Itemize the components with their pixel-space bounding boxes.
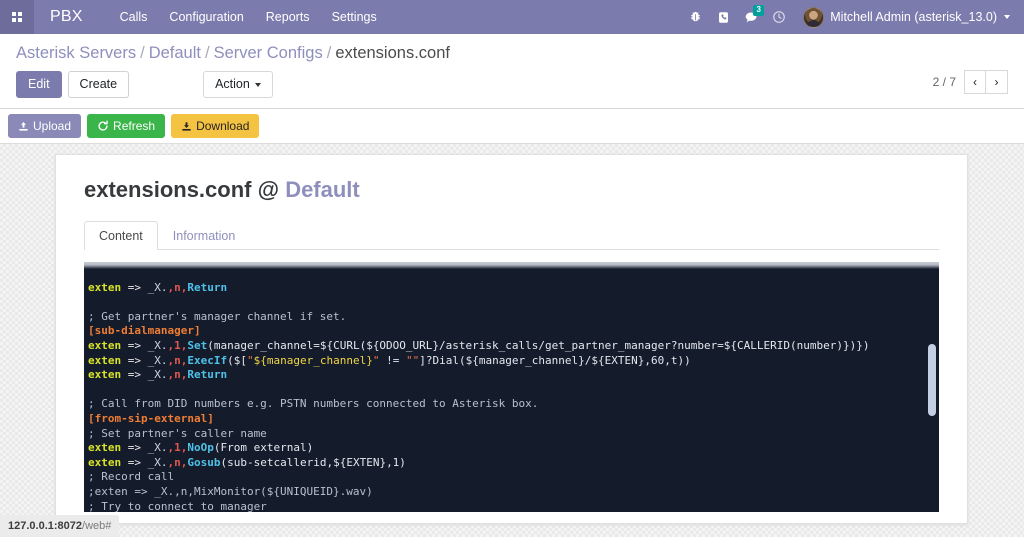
tab-content[interactable]: Content <box>84 221 158 250</box>
code-line: ; Set partner's caller name <box>88 426 267 440</box>
navbar-right-tools: 3 Mitchell Admin (asterisk_13.0) <box>681 0 1016 34</box>
form-tabs: Content Information <box>84 221 939 250</box>
breadcrumb-item-asterisk-servers[interactable]: Asterisk Servers <box>16 44 136 62</box>
action-dropdown-button[interactable]: Action <box>203 71 273 98</box>
pager-count: 2 / 7 <box>932 75 956 89</box>
messages-badge: 3 <box>753 5 765 16</box>
control-panel-buttons: Edit Create Action 2 / 7 ‹ › <box>16 67 1008 108</box>
status-host: 127.0.0.1:8072 <box>8 520 83 532</box>
breadcrumb-item-current: extensions.conf <box>335 44 450 62</box>
page-title: extensions.conf @ Default <box>84 177 939 203</box>
code-line: exten => _X.,1,NoOp(From external) <box>88 441 314 455</box>
download-label: Download <box>196 119 250 133</box>
breadcrumb: Asterisk Servers / Default / Server Configs /… <box>16 34 1008 67</box>
code-line: exten => _X.,n,ExecIf($["${manager_chann… <box>88 353 691 367</box>
form-sheet: extensions.conf @ Default Content Inform… <box>55 154 968 524</box>
code-line: ; Record call <box>88 470 175 484</box>
status-path: /web# <box>82 520 112 532</box>
code-line: ; Get partner's manager channel if set. <box>88 309 347 323</box>
user-avatar <box>803 6 825 28</box>
upload-label: Upload <box>33 119 72 133</box>
code-line: exten => _X.,1,Set(manager_channel=${CUR… <box>88 338 870 352</box>
code-line: ;exten => _X.,n,MixMonitor(${UNIQUEID}.w… <box>88 484 373 498</box>
status-bar: 127.0.0.1:8072/web# <box>0 515 120 537</box>
messages-icon[interactable]: 3 <box>737 0 765 34</box>
phone-icon[interactable] <box>709 0 737 34</box>
code-line: exten => _X.,n,Return <box>88 368 228 382</box>
activity-clock-icon[interactable] <box>765 0 793 34</box>
pager-next-button[interactable]: › <box>986 70 1008 94</box>
breadcrumb-separator: / <box>204 44 210 62</box>
content-area: extensions.conf @ Default Content Inform… <box>0 144 1024 537</box>
edit-button[interactable]: Edit <box>16 71 62 98</box>
top-navbar: PBX Calls Configuration Reports Settings… <box>0 0 1024 34</box>
menu-item-settings[interactable]: Settings <box>321 1 388 33</box>
code-line: exten => _X.,n,Return <box>88 280 228 294</box>
create-button[interactable]: Create <box>67 71 130 98</box>
refresh-button[interactable]: Refresh <box>87 114 166 138</box>
code-editor-content[interactable]: exten => _X.,n,Return ; Get partner's ma… <box>84 262 939 512</box>
page-title-server[interactable]: Default <box>285 177 360 202</box>
download-button[interactable]: Download <box>171 114 260 138</box>
code-line: [from-sip-external] <box>88 411 214 425</box>
pager-previous-button[interactable]: ‹ <box>964 70 986 94</box>
control-panel: Asterisk Servers / Default / Server Configs /… <box>0 34 1024 109</box>
breadcrumb-separator: / <box>326 44 332 62</box>
page-title-at: @ <box>257 177 280 202</box>
user-menu[interactable]: Mitchell Admin (asterisk_13.0) <box>793 0 1016 34</box>
tab-information[interactable]: Information <box>158 221 251 250</box>
code-line: [sub-dialmanager] <box>88 324 201 338</box>
code-line: exten => _X.,n,Gosub(sub-setcallerid,${E… <box>88 455 406 469</box>
main-menu: Calls Configuration Reports Settings <box>109 1 388 33</box>
apps-grid-icon <box>12 12 22 22</box>
file-actions-toolbar: Upload Refresh Download <box>0 109 1024 144</box>
refresh-label: Refresh <box>113 119 156 133</box>
page-title-filename: extensions.conf <box>84 177 252 202</box>
record-pager: 2 / 7 ‹ › <box>933 70 1008 94</box>
upload-button[interactable]: Upload <box>8 114 82 138</box>
code-line: ; Call from DID numbers e.g. PSTN number… <box>88 397 539 411</box>
upload-icon <box>19 121 28 131</box>
breadcrumb-item-server-configs[interactable]: Server Configs <box>214 44 323 62</box>
code-line: ; Try to connect to manager <box>88 499 267 513</box>
breadcrumb-item-default[interactable]: Default <box>149 44 201 62</box>
code-editor[interactable]: exten => _X.,n,Return ; Get partner's ma… <box>84 262 939 512</box>
menu-item-calls[interactable]: Calls <box>109 1 159 33</box>
app-brand[interactable]: PBX <box>34 8 95 26</box>
editor-scrollbar-thumb[interactable] <box>928 344 936 416</box>
breadcrumb-separator: / <box>140 44 145 62</box>
pager-buttons: ‹ › <box>964 70 1008 94</box>
download-icon <box>182 121 191 131</box>
user-name-label: Mitchell Admin (asterisk_13.0) <box>830 10 997 24</box>
menu-item-configuration[interactable]: Configuration <box>158 1 254 33</box>
refresh-icon <box>98 120 108 131</box>
bug-icon[interactable] <box>681 0 709 34</box>
chevron-down-icon <box>1004 15 1010 19</box>
editor-scrollbar[interactable] <box>927 262 937 512</box>
chevron-down-icon <box>254 82 261 87</box>
menu-item-reports[interactable]: Reports <box>255 1 321 33</box>
action-label: Action <box>215 77 250 91</box>
apps-menu-toggle[interactable] <box>0 0 34 34</box>
